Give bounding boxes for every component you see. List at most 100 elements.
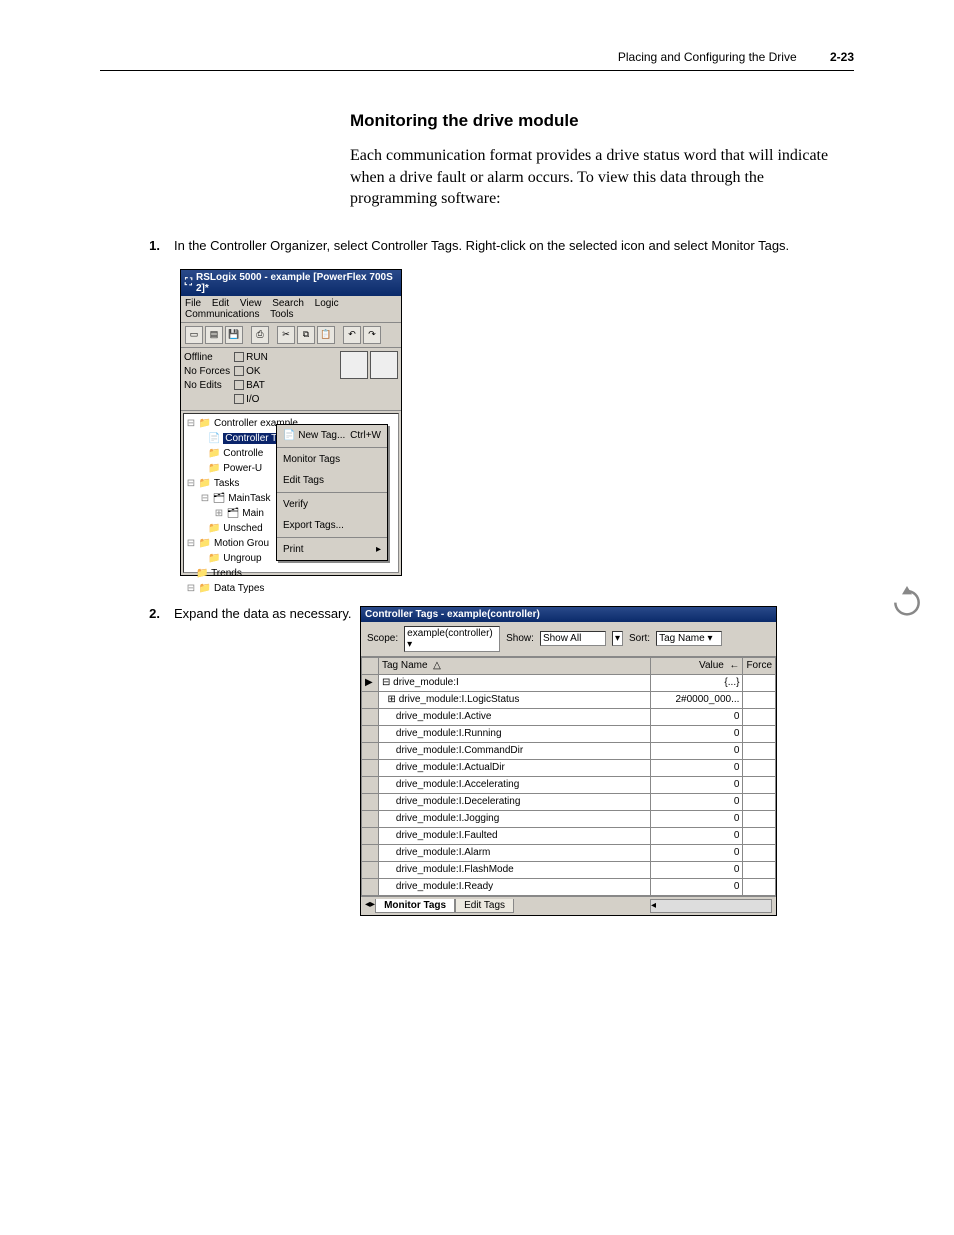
menu-file[interactable]: File bbox=[185, 298, 201, 309]
force-cell[interactable] bbox=[743, 725, 776, 742]
config-icon[interactable] bbox=[370, 351, 398, 379]
tag-name-cell[interactable]: drive_module:I.CommandDir bbox=[379, 742, 651, 759]
force-cell[interactable] bbox=[743, 759, 776, 776]
sort-select[interactable]: Tag Name ▾ bbox=[656, 631, 722, 646]
status-offline: Offline bbox=[184, 351, 230, 365]
tag-value-cell[interactable]: 0 bbox=[651, 759, 743, 776]
tag-value-cell[interactable]: {...} bbox=[651, 674, 743, 691]
force-cell[interactable] bbox=[743, 776, 776, 793]
menu-communications[interactable]: Communications bbox=[185, 309, 259, 320]
col-tagname[interactable]: Tag Name △ bbox=[379, 657, 651, 674]
ctx-monitor-tags[interactable]: Monitor Tags bbox=[277, 449, 387, 470]
tag-name-cell[interactable]: drive_module:I.Jogging bbox=[379, 810, 651, 827]
table-row[interactable]: drive_module:I.Ready0 bbox=[362, 878, 776, 895]
table-row[interactable]: drive_module:I.Faulted0 bbox=[362, 827, 776, 844]
controller-organizer-tree[interactable]: ⊟ 📁 Controller example 📄 Controller Tags… bbox=[183, 413, 399, 573]
show-input[interactable]: Show All bbox=[540, 631, 606, 646]
tag-value-cell[interactable]: 0 bbox=[651, 793, 743, 810]
tag-value-cell[interactable]: 0 bbox=[651, 725, 743, 742]
table-row[interactable]: drive_module:I.Active0 bbox=[362, 708, 776, 725]
tree-tasks[interactable]: Tasks bbox=[214, 478, 240, 489]
ctx-new-tag[interactable]: 📄 New Tag...Ctrl+W bbox=[277, 425, 387, 446]
table-row[interactable]: ⊞ drive_module:I.LogicStatus2#0000_000..… bbox=[362, 691, 776, 708]
table-row[interactable]: drive_module:I.CommandDir0 bbox=[362, 742, 776, 759]
tag-name-cell[interactable]: drive_module:I.Alarm bbox=[379, 844, 651, 861]
tag-value-cell[interactable]: 0 bbox=[651, 827, 743, 844]
ctx-edit-tags[interactable]: Edit Tags bbox=[277, 470, 387, 491]
tag-value-cell[interactable]: 0 bbox=[651, 878, 743, 895]
open-icon[interactable]: ▤ bbox=[205, 326, 223, 344]
ctx-print[interactable]: Print▸ bbox=[277, 539, 387, 560]
tag-name-cell[interactable]: drive_module:I.Decelerating bbox=[379, 793, 651, 810]
cut-icon[interactable]: ✂ bbox=[277, 326, 295, 344]
ctx-verify[interactable]: Verify bbox=[277, 494, 387, 515]
table-row[interactable]: drive_module:I.Decelerating0 bbox=[362, 793, 776, 810]
tree-main[interactable]: Main bbox=[242, 508, 264, 519]
tree-unsched[interactable]: Unsched bbox=[223, 523, 262, 534]
table-row[interactable]: drive_module:I.Jogging0 bbox=[362, 810, 776, 827]
undo-icon[interactable]: ↶ bbox=[343, 326, 361, 344]
new-icon[interactable]: ▭ bbox=[185, 326, 203, 344]
tag-value-cell[interactable]: 0 bbox=[651, 861, 743, 878]
tag-name-cell[interactable]: drive_module:I.Faulted bbox=[379, 827, 651, 844]
tag-name-cell[interactable]: drive_module:I.Accelerating bbox=[379, 776, 651, 793]
force-cell[interactable] bbox=[743, 844, 776, 861]
col-value[interactable]: Value ← bbox=[651, 657, 743, 674]
menu-search[interactable]: Search bbox=[272, 298, 304, 309]
force-cell[interactable] bbox=[743, 810, 776, 827]
force-cell[interactable] bbox=[743, 827, 776, 844]
tab-edit-tags[interactable]: Edit Tags bbox=[455, 899, 514, 913]
table-row[interactable]: drive_module:I.Accelerating0 bbox=[362, 776, 776, 793]
tree-ungroup[interactable]: Ungroup bbox=[223, 553, 261, 564]
horizontal-scrollbar[interactable]: ◂ bbox=[650, 899, 772, 913]
ctx-export-tags[interactable]: Export Tags... bbox=[277, 515, 387, 536]
force-cell[interactable] bbox=[743, 674, 776, 691]
force-cell[interactable] bbox=[743, 793, 776, 810]
tree-maintask[interactable]: MainTask bbox=[228, 493, 270, 504]
table-row[interactable]: drive_module:I.Running0 bbox=[362, 725, 776, 742]
tag-name-cell[interactable]: ⊞ drive_module:I.LogicStatus bbox=[379, 691, 651, 708]
force-cell[interactable] bbox=[743, 742, 776, 759]
menu-tools[interactable]: Tools bbox=[270, 309, 293, 320]
tag-name-cell[interactable]: drive_module:I.Running bbox=[379, 725, 651, 742]
redo-icon[interactable]: ↷ bbox=[363, 326, 381, 344]
tag-value-cell[interactable]: 0 bbox=[651, 776, 743, 793]
tab-monitor-tags[interactable]: Monitor Tags bbox=[375, 899, 455, 913]
show-dropdown[interactable]: ▾ bbox=[612, 631, 623, 646]
page-number: 2-23 bbox=[830, 50, 854, 64]
tag-name-cell[interactable]: ⊟ drive_module:I bbox=[379, 674, 651, 691]
tag-name-cell[interactable]: drive_module:I.Active bbox=[379, 708, 651, 725]
menu-view[interactable]: View bbox=[240, 298, 262, 309]
tag-name-cell[interactable]: drive_module:I.ActualDir bbox=[379, 759, 651, 776]
led-io: I/O bbox=[246, 394, 259, 405]
tree-motion[interactable]: Motion Grou bbox=[214, 538, 269, 549]
menu-edit[interactable]: Edit bbox=[212, 298, 229, 309]
tree-poweru-folder[interactable]: Power-U bbox=[223, 463, 262, 474]
force-cell[interactable] bbox=[743, 878, 776, 895]
tag-value-cell[interactable]: 0 bbox=[651, 844, 743, 861]
table-row[interactable]: drive_module:I.ActualDir0 bbox=[362, 759, 776, 776]
save-icon[interactable]: 💾 bbox=[225, 326, 243, 344]
tag-name-cell[interactable]: drive_module:I.FlashMode bbox=[379, 861, 651, 878]
tags-window-title: Controller Tags - example(controller) bbox=[361, 607, 776, 622]
force-cell[interactable] bbox=[743, 861, 776, 878]
tree-trends[interactable]: Trends bbox=[211, 568, 242, 579]
tag-value-cell[interactable]: 0 bbox=[651, 708, 743, 725]
force-cell[interactable] bbox=[743, 691, 776, 708]
tag-value-cell[interactable]: 0 bbox=[651, 742, 743, 759]
paste-icon[interactable]: 📋 bbox=[317, 326, 335, 344]
table-row[interactable]: drive_module:I.FlashMode0 bbox=[362, 861, 776, 878]
table-row[interactable]: drive_module:I.Alarm0 bbox=[362, 844, 776, 861]
force-cell[interactable] bbox=[743, 708, 776, 725]
table-row[interactable]: ▶⊟ drive_module:I{...} bbox=[362, 674, 776, 691]
col-force[interactable]: Force bbox=[743, 657, 776, 674]
tag-value-cell[interactable]: 2#0000_000... bbox=[651, 691, 743, 708]
tree-controlle-folder[interactable]: Controlle bbox=[223, 448, 263, 459]
tag-value-cell[interactable]: 0 bbox=[651, 810, 743, 827]
scope-select[interactable]: example(controller) ▾ bbox=[404, 626, 500, 652]
tag-name-cell[interactable]: drive_module:I.Ready bbox=[379, 878, 651, 895]
menu-logic[interactable]: Logic bbox=[315, 298, 339, 309]
tree-datatypes[interactable]: Data Types bbox=[214, 583, 264, 594]
print-icon[interactable]: ⎙ bbox=[251, 326, 269, 344]
copy-icon[interactable]: ⧉ bbox=[297, 326, 315, 344]
